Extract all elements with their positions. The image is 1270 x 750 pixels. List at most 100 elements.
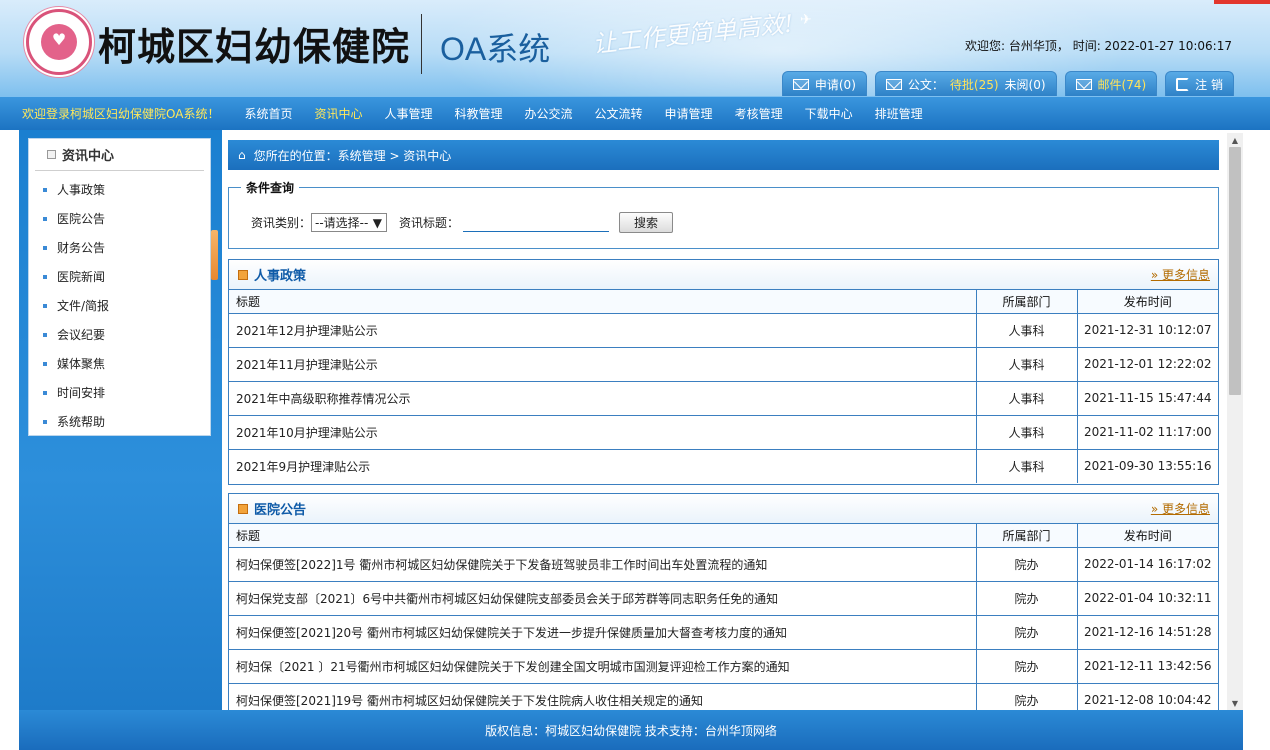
sidebar-item-label: 医院公告 <box>57 212 106 226</box>
more-info-link[interactable]: » 更多信息 <box>1151 500 1210 517</box>
more-info-link[interactable]: » 更多信息 <box>1151 266 1210 283</box>
title-label: 资讯标题： <box>399 216 460 230</box>
search-button[interactable]: 搜索 <box>619 212 674 233</box>
document-pending-link[interactable]: 待批(25) <box>950 76 999 93</box>
row-title[interactable]: 柯妇保便签[2022]1号 衢州市柯城区妇幼保健院关于下发备班驾驶员非工作时间出… <box>229 547 976 581</box>
nav-item-application[interactable]: 申请管理 <box>665 105 713 122</box>
table-row[interactable]: 2021年9月护理津贴公示 人事科 2021-09-30 13:55:16 <box>229 448 1218 483</box>
vertical-scrollbar[interactable]: ▲ ▼ <box>1227 133 1243 710</box>
hospital-notice-panel: 医院公告 » 更多信息 标题 所属部门 发布时间 柯妇保便签[2022]1号 衢… <box>228 493 1219 710</box>
sidebar-item-label: 财务公告 <box>57 241 106 255</box>
table-row[interactable]: 2021年10月护理津贴公示 人事科 2021-11-02 11:17:00 <box>229 414 1218 449</box>
table-row[interactable]: 2021年中高级职称推荐情况公示 人事科 2021-11-15 15:47:44 <box>229 380 1218 415</box>
query-box: 条件查询 资讯类别： --请选择-- ▼ 资讯标题： 搜索 <box>228 179 1219 249</box>
bullet-icon <box>43 187 47 192</box>
nav-item-home[interactable]: 系统首页 <box>244 105 292 122</box>
sidebar-item-media[interactable]: 媒体聚焦 <box>29 349 210 378</box>
panel-title-text: 医院公告 <box>254 503 307 518</box>
envelope-icon <box>792 79 809 90</box>
row-dept: 院办 <box>975 614 1077 649</box>
breadcrumb: ⌂ 您所在的位置：系统管理 > 资讯中心 <box>228 140 1219 170</box>
table-row[interactable]: 柯妇保便签[2022]1号 衢州市柯城区妇幼保健院关于下发备班驾驶员非工作时间出… <box>229 547 1218 581</box>
document-unread-link[interactable]: 未阅(0) <box>1005 76 1046 93</box>
sidebar-item-label: 医院新闻 <box>57 270 106 284</box>
column-header-time: 发布时间 <box>1076 524 1218 548</box>
table-row[interactable]: 柯妇保便签[2021]20号 衢州市柯城区妇幼保健院关于下发进一步提升保健质量加… <box>229 614 1218 649</box>
row-title[interactable]: 柯妇保党支部〔2021〕6号中共衢州市柯城区妇幼保健院支部委员会关于邱芳群等同志… <box>229 580 976 615</box>
nav-item-document-flow[interactable]: 公文流转 <box>595 105 643 122</box>
sidebar-item-hospital-notice[interactable]: 医院公告 <box>29 204 210 233</box>
mail-tab-label: 邮件(74) <box>1097 78 1147 92</box>
sidebar-item-finance-notice[interactable]: 财务公告 <box>29 233 210 262</box>
apply-tab-label: 申请(0) <box>814 78 856 92</box>
welcome-text: 欢迎您: 台州华顶， 时间: 2022-01-27 10:06:17 <box>965 39 1232 53</box>
sidebar-item-label: 人事政策 <box>57 183 106 197</box>
row-time: 2021-11-15 15:47:44 <box>1076 380 1218 415</box>
logout-tab-label: 注 销 <box>1195 78 1223 92</box>
row-dept: 人事科 <box>975 346 1077 381</box>
bullet-icon <box>43 419 47 424</box>
row-title[interactable]: 柯妇保〔2021 〕21号衢州市柯城区妇幼保健院关于下发创建全国文明城市国测复评… <box>229 648 976 683</box>
nav-item-downloads[interactable]: 下载中心 <box>805 105 853 122</box>
envelope-icon <box>1075 79 1092 90</box>
title-search-input[interactable] <box>463 213 610 232</box>
sidebar-header: 资讯中心 <box>35 139 204 171</box>
bullet-icon <box>43 361 47 366</box>
row-title[interactable]: 2021年12月护理津贴公示 <box>229 313 976 347</box>
scroll-up-arrow-icon[interactable]: ▲ <box>1227 133 1243 147</box>
hr-policy-table: 标题 所属部门 发布时间 2021年12月护理津贴公示 人事科 2021-12-31… <box>229 290 1218 483</box>
hospital-logo: ♥ <box>26 9 92 75</box>
sidebar-menu: 人事政策 医院公告 财务公告 医院新闻 文件/简报 会议纪要 媒体聚焦 时间安排… <box>29 171 210 436</box>
row-title[interactable]: 2021年9月护理津贴公示 <box>229 448 976 483</box>
apply-tab[interactable]: 申请(0) <box>781 71 867 96</box>
hospital-name: 柯城区妇幼保健院 <box>98 24 411 69</box>
hr-policy-panel: 人事政策 » 更多信息 标题 所属部门 发布时间 2021年12月护理津贴公示人… <box>228 259 1219 485</box>
row-title[interactable]: 2021年10月护理津贴公示 <box>229 414 976 449</box>
square-icon <box>47 150 56 159</box>
category-select-value: --请选择-- <box>315 216 369 230</box>
sidebar-item-documents[interactable]: 文件/简报 <box>29 291 210 320</box>
table-header-row: 标题 所属部门 发布时间 <box>229 290 1218 314</box>
table-row[interactable]: 柯妇保〔2021 〕21号衢州市柯城区妇幼保健院关于下发创建全国文明城市国测复评… <box>229 648 1218 683</box>
table-row[interactable]: 柯妇保便签[2021]19号 衢州市柯城区妇幼保健院关于下发住院病人收住相关规定… <box>229 682 1218 710</box>
scroll-down-arrow-icon[interactable]: ▼ <box>1227 696 1243 710</box>
bullet-icon <box>43 274 47 279</box>
row-title[interactable]: 2021年11月护理津贴公示 <box>229 346 976 381</box>
query-row: 资讯类别： --请选择-- ▼ 资讯标题： 搜索 <box>251 212 674 233</box>
dropdown-arrow-icon: ▼ <box>372 215 383 230</box>
row-dept: 人事科 <box>975 380 1077 415</box>
nav-item-office-exchange[interactable]: 办公交流 <box>525 105 573 122</box>
sidebar-item-meeting-minutes[interactable]: 会议纪要 <box>29 320 210 349</box>
breadcrumb-text: 您所在的位置：系统管理 > 资讯中心 <box>253 148 452 163</box>
table-row[interactable]: 柯妇保党支部〔2021〕6号中共衢州市柯城区妇幼保健院支部委员会关于邱芳群等同志… <box>229 580 1218 615</box>
bullet-icon <box>43 303 47 308</box>
category-select[interactable]: --请选择-- ▼ <box>311 213 388 232</box>
corner-accent <box>1214 0 1270 4</box>
logout-tab[interactable]: 注 销 <box>1165 71 1234 96</box>
nav-item-assessment[interactable]: 考核管理 <box>735 105 783 122</box>
nav-item-info-center[interactable]: 资讯中心 <box>314 105 362 122</box>
row-title[interactable]: 2021年中高级职称推荐情况公示 <box>229 380 976 415</box>
nav-item-research-edu[interactable]: 科教管理 <box>455 105 503 122</box>
table-row[interactable]: 2021年12月护理津贴公示 人事科 2021-12-31 10:12:07 <box>229 313 1218 347</box>
row-time: 2021-12-31 10:12:07 <box>1076 313 1218 347</box>
nav-item-scheduling[interactable]: 排班管理 <box>875 105 923 122</box>
document-tab[interactable]: 公文： 待批(25) 未阅(0) <box>874 71 1057 96</box>
row-title[interactable]: 柯妇保便签[2021]20号 衢州市柯城区妇幼保健院关于下发进一步提升保健质量加… <box>229 614 976 649</box>
sidebar-item-hr-policy[interactable]: 人事政策 <box>29 175 210 204</box>
row-title[interactable]: 柯妇保便签[2021]19号 衢州市柯城区妇幼保健院关于下发住院病人收住相关规定… <box>229 682 976 710</box>
mail-tab[interactable]: 邮件(74) <box>1064 71 1158 96</box>
sidebar-item-hospital-news[interactable]: 医院新闻 <box>29 262 210 291</box>
table-row[interactable]: 2021年11月护理津贴公示 人事科 2021-12-01 12:22:02 <box>229 346 1218 381</box>
table-header-row: 标题 所属部门 发布时间 <box>229 524 1218 548</box>
row-dept: 人事科 <box>975 414 1077 449</box>
sidebar-item-schedule[interactable]: 时间安排 <box>29 378 210 407</box>
sidebar-item-help[interactable]: 系统帮助 <box>29 407 210 436</box>
nav-item-hr[interactable]: 人事管理 <box>384 105 432 122</box>
scroll-thumb[interactable] <box>1229 147 1241 395</box>
sidebar-item-label: 文件/简报 <box>57 299 110 313</box>
copyright-text: 版权信息：柯城区妇幼保健院 技术支持：台州华顶网络 <box>485 723 777 738</box>
sidebar-collapse-handle[interactable] <box>211 230 218 280</box>
sidebar: 资讯中心 人事政策 医院公告 财务公告 医院新闻 文件/简报 会议纪要 媒体聚焦… <box>28 138 211 436</box>
document-tab-label: 公文： <box>907 78 944 92</box>
